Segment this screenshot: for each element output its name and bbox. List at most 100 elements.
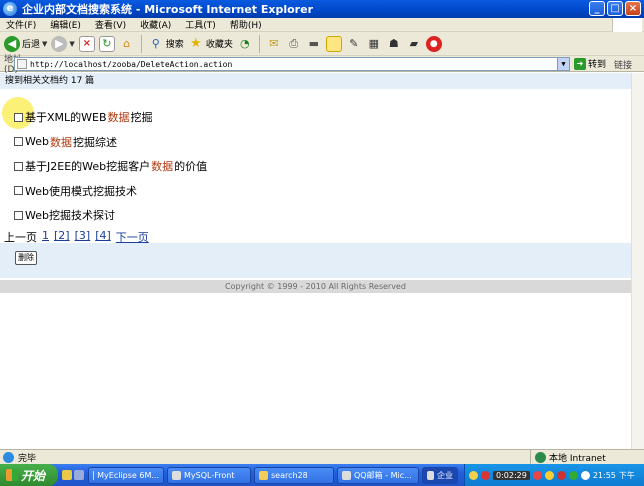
title-bar: e 企业内部文档搜索系统 - Microsoft Internet Explor… — [0, 0, 644, 18]
ie-icon — [342, 470, 351, 480]
dropdown-arrow-icon[interactable]: ▼ — [69, 40, 74, 48]
intranet-icon — [535, 452, 546, 463]
messenger-icon[interactable]: ☗ — [386, 36, 402, 52]
zone-label: 本地 Intranet — [549, 454, 606, 464]
quick-launch — [62, 470, 84, 480]
search-icon: ⚲ — [151, 36, 160, 50]
refresh-icon[interactable]: ↻ — [98, 35, 115, 52]
document-checkbox[interactable] — [14, 112, 23, 122]
home-icon[interactable]: ⌂ — [119, 36, 135, 52]
page-icon — [17, 59, 27, 69]
document-title-pre: Web使用模式挖掘技术 — [25, 184, 137, 198]
address-dropdown-icon[interactable]: ▼ — [557, 58, 569, 70]
document-title-highlight: 数据 — [49, 135, 72, 149]
browser-icon[interactable] — [74, 470, 84, 480]
back-button[interactable]: ◀ 后退 ▼ — [4, 34, 47, 54]
show-desktop-icon[interactable] — [62, 470, 72, 480]
task-search28[interactable]: search28 — [254, 466, 334, 484]
address-url: http://localhost/zooba/DeleteAction.acti… — [30, 59, 233, 69]
print-icon[interactable]: ⎙ — [286, 36, 302, 52]
list-item: 基于J2EE的Web挖掘客户 数据 的价值 — [14, 154, 207, 179]
window-controls: _ □ × — [589, 1, 641, 16]
toolbar-divider — [140, 34, 142, 53]
menu-bar: 文件(F) 编辑(E) 查看(V) 收藏(A) 工具(T) 帮助(H) — [0, 18, 644, 32]
status-bar: 完毕 本地 Intranet — [0, 449, 644, 465]
document-checkbox[interactable] — [14, 186, 23, 196]
task-list: MyEclipse 6M... MySQL-Front search28 QQ邮… — [88, 466, 458, 484]
document-title-post: 挖掘 — [130, 111, 153, 125]
page-done-icon — [3, 451, 14, 463]
go-button[interactable]: ➜ 转到 — [574, 57, 606, 70]
task-qq-mail[interactable]: QQ邮箱 - Mic... — [337, 466, 419, 484]
document-list: 基于XML的WEB 数据 挖掘 Web 数据 挖掘综述 基于J2EE的Web挖掘客户 数据… — [14, 105, 207, 228]
list-item: Web使用模式挖掘技术 — [14, 179, 207, 204]
task-label: QQ邮箱 - Mic... — [354, 470, 412, 480]
document-checkbox[interactable] — [14, 161, 23, 171]
document-title-pre: Web — [25, 135, 49, 149]
research-icon[interactable]: ▦ — [366, 36, 382, 52]
document-title-pre: 基于XML的WEB — [25, 111, 107, 125]
toolbar-divider — [258, 34, 260, 53]
document-title-post: 的价值 — [174, 160, 208, 174]
address-bar: 地址(D) http://localhost/zooba/DeleteActio… — [0, 55, 644, 75]
task-label: MyEclipse 6M... — [97, 470, 159, 480]
history-icon[interactable]: ◔ — [237, 36, 253, 52]
toolbar: ◀ 后退 ▼ ▶ ▼ × ↻ ⌂ ⚲ 搜索 ★ 收藏夹 ◔ ✉ ⎙ ▬ ✎ ▦ … — [0, 32, 644, 56]
menu-file[interactable]: 文件(F) — [6, 18, 36, 31]
forward-arrow-icon: ▶ — [51, 35, 68, 52]
go-arrow-icon: ➜ — [574, 57, 586, 70]
qq-icon[interactable]: ● — [425, 35, 442, 52]
favorites-button[interactable]: ★ 收藏夹 — [188, 34, 233, 54]
delete-button[interactable]: 删除 — [15, 251, 37, 265]
document-title-pre: 基于J2EE的Web挖掘客户 — [25, 160, 151, 174]
tray-volume-icon[interactable] — [580, 470, 590, 480]
task-myeclipse[interactable]: MyEclipse 6M... — [88, 466, 164, 484]
document-title-post: 挖掘综述 — [72, 135, 117, 149]
ie-logo-icon: e — [3, 2, 17, 16]
search-button[interactable]: ⚲ 搜索 — [148, 34, 184, 54]
task-current-window[interactable]: 企业 — [422, 466, 458, 484]
menu-help[interactable]: 帮助(H) — [230, 18, 262, 31]
address-input[interactable]: http://localhost/zooba/DeleteAction.acti… — [14, 57, 570, 71]
status-text: 完毕 — [18, 453, 37, 464]
list-item: 基于XML的WEB 数据 挖掘 — [14, 105, 207, 130]
menu-favorites[interactable]: 收藏(A) — [140, 18, 171, 31]
list-item: Web 数据 挖掘综述 — [14, 130, 207, 155]
task-label: search28 — [271, 470, 308, 480]
tray-app-icon[interactable] — [568, 470, 578, 480]
stop-icon[interactable]: × — [78, 35, 95, 52]
task-mysql-front[interactable]: MySQL-Front — [167, 466, 251, 484]
start-label: 开始 — [21, 468, 46, 483]
clock-time: 21:55 — [592, 470, 616, 480]
minimize-button[interactable]: _ — [589, 1, 605, 16]
tool-icon[interactable]: ✎ — [346, 36, 362, 52]
system-tray: 0:02:29 21:55 下午 — [464, 464, 644, 486]
note-icon[interactable] — [325, 35, 342, 52]
tray-pause-icon[interactable] — [469, 470, 478, 480]
mail-icon[interactable]: ✉ — [266, 36, 282, 52]
forward-button[interactable]: ▶ ▼ — [51, 34, 75, 54]
tray-k-icon[interactable] — [556, 470, 566, 480]
start-button[interactable]: 开始 — [0, 464, 58, 486]
ie-icon — [427, 470, 434, 480]
vertical-scrollbar[interactable] — [631, 73, 644, 449]
device-icon[interactable]: ▰ — [406, 36, 422, 52]
document-checkbox[interactable] — [14, 210, 23, 220]
document-title-highlight: 数据 — [107, 111, 130, 125]
links-button[interactable]: 链接 — [614, 58, 632, 71]
tray-app-icon[interactable] — [532, 470, 542, 480]
tray-app-icon[interactable] — [544, 470, 554, 480]
window-title: 企业内部文档搜索系统 - Microsoft Internet Explorer — [22, 3, 313, 16]
back-label: 后退 — [22, 40, 41, 50]
menu-edit[interactable]: 编辑(E) — [50, 18, 81, 31]
close-button[interactable]: × — [625, 1, 641, 16]
edit-icon[interactable]: ▬ — [306, 36, 322, 52]
task-label: 企业 — [437, 470, 453, 480]
maximize-button[interactable]: □ — [607, 1, 623, 16]
menu-tools[interactable]: 工具(T) — [185, 18, 216, 31]
folder-icon — [259, 470, 268, 480]
tray-record-icon[interactable] — [481, 470, 490, 480]
dropdown-arrow-icon[interactable]: ▼ — [42, 40, 47, 48]
menu-view[interactable]: 查看(V) — [95, 18, 126, 31]
document-checkbox[interactable] — [14, 137, 23, 147]
